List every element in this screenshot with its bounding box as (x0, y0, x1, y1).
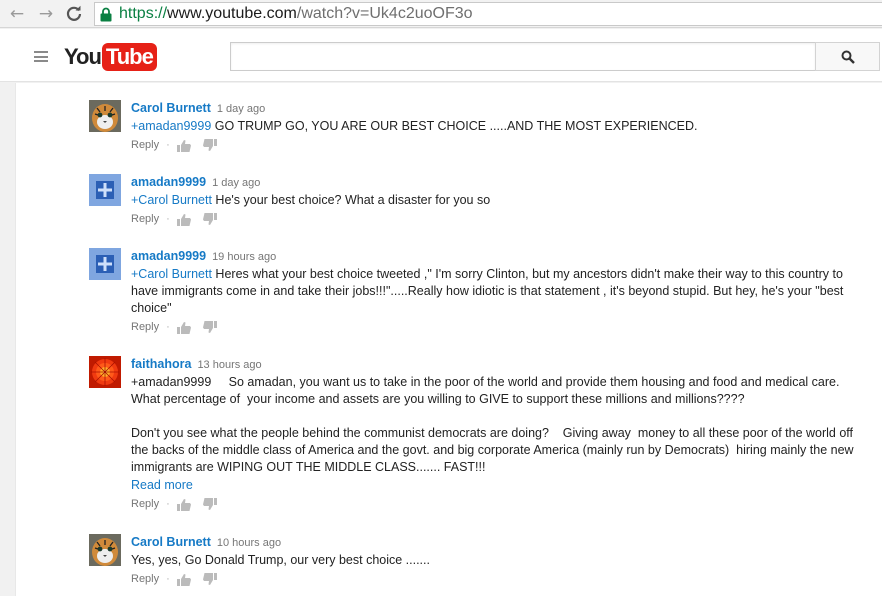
reply-button[interactable]: Reply (131, 211, 159, 227)
comment-actions: Reply · (131, 571, 871, 587)
thumbs-down-icon[interactable] (202, 212, 217, 226)
back-arrow-icon[interactable]: ← (6, 3, 28, 25)
logo-you-text: You (64, 44, 102, 69)
comment-timestamp[interactable]: 1 day ago (212, 177, 260, 189)
comment-author[interactable]: Carol Burnett (131, 535, 211, 549)
default-avatar[interactable] (89, 248, 121, 280)
thumbs-down-icon[interactable] (202, 497, 217, 511)
thumbs-down-icon[interactable] (202, 320, 217, 334)
youtube-logo[interactable]: You Tube (64, 42, 157, 72)
comment-body: Heres what your best choice tweeted ," I… (131, 267, 847, 315)
comment-timestamp[interactable]: 1 day ago (217, 103, 265, 115)
comment-author[interactable]: faithahora (131, 357, 191, 371)
comment-body: +amadan9999 So amadan, you want us to ta… (131, 375, 854, 474)
search-button[interactable] (815, 42, 880, 71)
comment-text: +Carol Burnett He's your best choice? Wh… (131, 192, 871, 209)
comment-timestamp[interactable]: 10 hours ago (217, 537, 281, 549)
comment-text: +amadan9999 GO TRUMP GO, YOU ARE OUR BES… (131, 118, 871, 135)
reply-button[interactable]: Reply (131, 319, 159, 335)
search-icon (841, 50, 855, 64)
guide-menu-icon[interactable] (34, 51, 48, 62)
youtube-header: You Tube (0, 29, 882, 82)
comment-actions: Reply · (131, 496, 871, 512)
url-text: https://www.youtube.com/watch?v=Uk4c2uoO… (119, 4, 473, 24)
comment-actions: Reply · (131, 137, 871, 153)
reply-button[interactable]: Reply (131, 137, 159, 153)
comment-mention[interactable]: +amadan9999 (131, 119, 211, 133)
forward-arrow-icon[interactable]: → (35, 3, 57, 25)
comment-body: He's your best choice? What a disaster f… (211, 193, 491, 207)
url-path: /watch?v=Uk4c2uoOF3o (296, 5, 473, 22)
comment-author[interactable]: Carol Burnett (131, 101, 211, 115)
comment-author[interactable]: amadan9999 (131, 175, 206, 189)
thumbs-up-icon[interactable] (176, 321, 191, 334)
search-input[interactable] (230, 42, 816, 71)
comment-timestamp[interactable]: 13 hours ago (197, 359, 261, 371)
comment-timestamp[interactable]: 19 hours ago (212, 251, 276, 263)
logo-tube-text: Tube (101, 43, 157, 71)
reply-button[interactable]: Reply (131, 571, 159, 587)
comments-section: Carol Burnett 1 day ago +amadan9999 GO TR… (15, 83, 882, 596)
comment-body: Yes, yes, Go Donald Trump, our very best… (131, 553, 430, 567)
comment-mention[interactable]: +Carol Burnett (131, 267, 212, 281)
comment-text: +Carol Burnett Heres what your best choi… (131, 266, 871, 317)
tiger-avatar[interactable] (89, 100, 121, 132)
read-more-link[interactable]: Read more (131, 477, 871, 494)
url-scheme: https:// (119, 5, 168, 22)
thumbs-up-icon[interactable] (176, 139, 191, 152)
comment-actions: Reply · (131, 211, 871, 227)
thumbs-up-icon[interactable] (176, 573, 191, 586)
reload-icon[interactable] (63, 3, 85, 25)
address-bar[interactable]: https://www.youtube.com/watch?v=Uk4c2uoO… (94, 2, 882, 26)
url-host: www.youtube.com (167, 5, 297, 22)
thumbs-up-icon[interactable] (176, 498, 191, 511)
comment-text: +amadan9999 So amadan, you want us to ta… (131, 374, 871, 476)
comment-mention[interactable]: +Carol Burnett (131, 193, 212, 207)
reply-button[interactable]: Reply (131, 496, 159, 512)
thumbs-up-icon[interactable] (176, 213, 191, 226)
secure-lock-icon (100, 7, 112, 22)
default-avatar[interactable] (89, 174, 121, 206)
red-flower-avatar[interactable] (89, 356, 121, 388)
tiger-avatar[interactable] (89, 534, 121, 566)
thumbs-down-icon[interactable] (202, 138, 217, 152)
comment-text: Yes, yes, Go Donald Trump, our very best… (131, 552, 871, 569)
comment-actions: Reply · (131, 319, 871, 335)
thumbs-down-icon[interactable] (202, 572, 217, 586)
comment-body: GO TRUMP GO, YOU ARE OUR BEST CHOICE ...… (211, 119, 698, 133)
comment-author[interactable]: amadan9999 (131, 249, 206, 263)
browser-toolbar: ← → https://www.youtube.com/watch?v=Uk4c… (0, 0, 882, 28)
